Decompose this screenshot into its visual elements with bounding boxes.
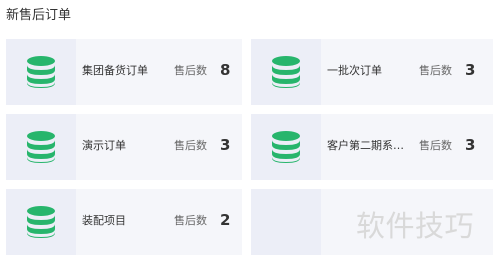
after-sales-count: 3 [220, 136, 231, 154]
after-sales-orders-panel: 新售后订单 集团备货订单 售后数 8 一批次订单 售后数 3 演示订单 售后数 … [0, 0, 500, 264]
after-sales-label: 售后数 [419, 64, 452, 77]
after-sales-count: 3 [465, 136, 476, 154]
database-icon [272, 131, 300, 163]
card-icon-area [6, 189, 76, 255]
after-sales-label: 售后数 [174, 139, 207, 152]
order-card[interactable]: 集团备货订单 售后数 8 [6, 39, 242, 105]
order-name: 装配项目 [82, 214, 126, 227]
card-icon-area [6, 39, 76, 105]
watermark-text: 软件技巧 [356, 209, 475, 243]
empty-icon-area [251, 189, 321, 255]
database-icon [27, 206, 55, 238]
after-sales-label: 售后数 [174, 214, 207, 227]
card-icon-area [6, 114, 76, 180]
card-icon-area [251, 39, 321, 105]
order-name: 集团备货订单 [82, 64, 148, 77]
after-sales-label: 售后数 [174, 64, 207, 77]
section-title: 新售后订单 [6, 8, 72, 23]
database-icon [27, 56, 55, 88]
after-sales-label: 售后数 [419, 139, 452, 152]
after-sales-count: 8 [220, 61, 231, 79]
database-icon [272, 56, 300, 88]
order-card[interactable]: 装配项目 售后数 2 [6, 189, 242, 255]
order-card[interactable]: 客户第二期系… 售后数 3 [251, 114, 493, 180]
order-card[interactable]: 演示订单 售后数 3 [6, 114, 242, 180]
after-sales-count: 2 [220, 211, 231, 229]
after-sales-count: 3 [465, 61, 476, 79]
database-icon [27, 131, 55, 163]
order-name: 一批次订单 [327, 64, 382, 77]
card-icon-area [251, 114, 321, 180]
order-card[interactable]: 一批次订单 售后数 3 [251, 39, 493, 105]
order-name: 客户第二期系… [327, 139, 404, 152]
order-name: 演示订单 [82, 139, 126, 152]
